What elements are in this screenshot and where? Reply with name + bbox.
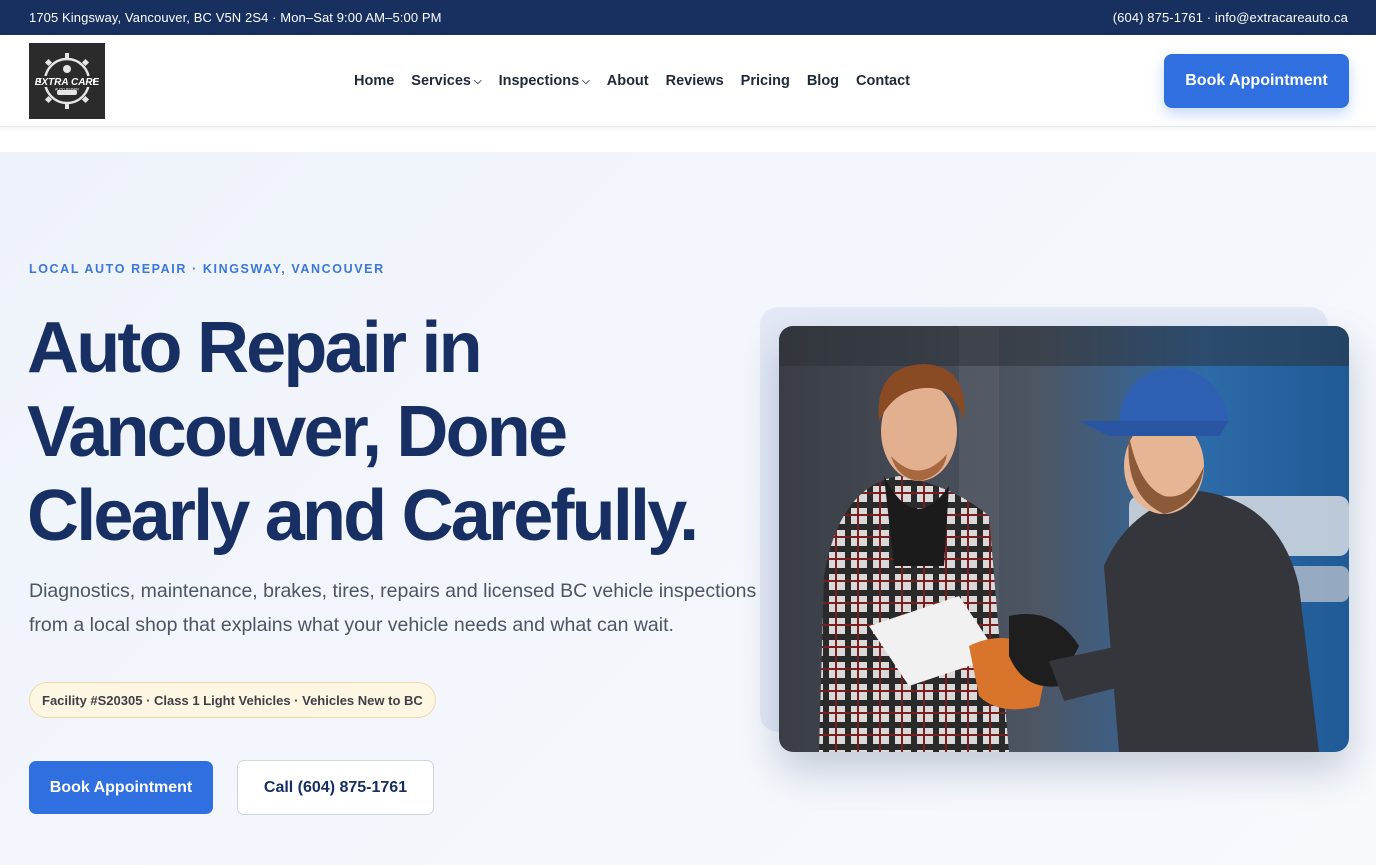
nav-label: Blog xyxy=(806,73,840,89)
site-header: EXTRA CARE AUTO REPAIR Home Services ⌵ In… xyxy=(0,35,1376,127)
header-book-appointment-button[interactable]: Book Appointment xyxy=(1164,54,1349,108)
nav-label: Contact xyxy=(856,73,911,89)
hero-book-appointment-button[interactable]: Book Appointment xyxy=(29,761,213,814)
nav-home[interactable]: Home xyxy=(354,73,394,89)
nav-services[interactable]: Services ⌵ xyxy=(411,73,481,89)
chevron-down-icon: ⌵ xyxy=(582,75,590,87)
nav-label: Services xyxy=(411,73,471,89)
main-nav: Home Services ⌵ Inspections ⌵ About Review… xyxy=(354,35,927,127)
contact-text[interactable]: (604) 875-1761 · info@extracareauto.ca xyxy=(1113,10,1348,25)
hero-subtext: Diagnostics, maintenance, brakes, tires,… xyxy=(29,580,757,636)
hero-section: LOCAL AUTO REPAIR · KINGSWAY, VANCOUVER … xyxy=(0,152,1376,865)
hero-call-button[interactable]: Call (604) 875-1761 xyxy=(237,760,434,815)
nav-label: Inspections xyxy=(498,73,580,89)
nav-pricing[interactable]: Pricing xyxy=(741,73,790,89)
nav-contact[interactable]: Contact xyxy=(856,73,910,89)
address-hours-text: 1705 Kingsway, Vancouver, BC V5N 2S4 · M… xyxy=(29,10,442,25)
logo-text-main: EXTRA CARE xyxy=(35,77,99,88)
nav-label: Pricing xyxy=(740,73,790,89)
logo-text-sub: AUTO REPAIR xyxy=(55,88,79,92)
nav-inspections[interactable]: Inspections ⌵ xyxy=(499,73,590,89)
site-logo[interactable]: EXTRA CARE AUTO REPAIR xyxy=(29,43,105,119)
nav-reviews[interactable]: Reviews xyxy=(666,73,724,89)
mechanic-with-customer-image xyxy=(779,326,1349,752)
hero-eyebrow: LOCAL AUTO REPAIR · KINGSWAY, VANCOUVER xyxy=(29,262,385,276)
nav-label: Reviews xyxy=(665,73,724,89)
hero-photo-mechanics xyxy=(779,326,1349,752)
gear-logo-icon: EXTRA CARE AUTO REPAIR xyxy=(35,53,99,109)
nav-label: About xyxy=(606,73,649,89)
hero-headline: Auto Repair in Vancouver, Done Clearly a… xyxy=(27,308,699,556)
top-info-bar: 1705 Kingsway, Vancouver, BC V5N 2S4 · M… xyxy=(0,0,1376,35)
nav-label: Home xyxy=(354,73,395,89)
chevron-down-icon: ⌵ xyxy=(473,75,482,87)
nav-about[interactable]: About xyxy=(607,73,649,89)
nav-blog[interactable]: Blog xyxy=(807,73,839,89)
facility-badge: Facility #S20305 · Class 1 Light Vehicle… xyxy=(29,682,436,718)
